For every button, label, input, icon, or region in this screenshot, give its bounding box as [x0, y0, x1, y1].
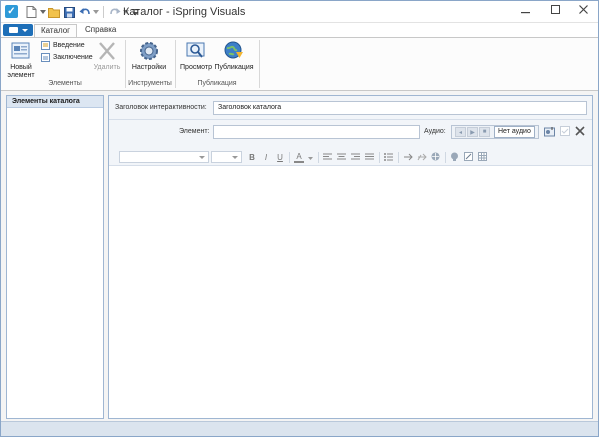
- interactivity-title-label: Заголовок интерактивности:: [115, 104, 207, 111]
- close-window-button[interactable]: [569, 1, 597, 21]
- separator: [398, 152, 399, 163]
- new-file-icon[interactable]: [25, 6, 38, 19]
- settings-label: Настройки: [131, 64, 167, 71]
- save-icon[interactable]: [63, 6, 76, 19]
- insert-image-icon[interactable]: [450, 152, 460, 163]
- play-icon[interactable]: ▶: [467, 127, 478, 137]
- rewind-icon[interactable]: ◂: [455, 127, 466, 137]
- publish-button[interactable]: Публикация: [214, 40, 254, 72]
- new-element-label: Новый элемент: [7, 64, 35, 79]
- title-bar: ✓ Каталог - iSpring Visuals: [1, 1, 598, 23]
- align-right-icon[interactable]: [351, 153, 361, 163]
- underline-icon[interactable]: U: [275, 153, 285, 162]
- intro-button[interactable]: Введение: [41, 41, 85, 50]
- insert-formula-icon[interactable]: [464, 152, 474, 163]
- tab-help[interactable]: Справка: [79, 24, 122, 37]
- separator: [445, 152, 446, 163]
- align-center-icon[interactable]: [337, 153, 347, 163]
- dropdown-arrow-icon[interactable]: [93, 6, 99, 19]
- quick-access-toolbar: [25, 4, 139, 20]
- redo-icon[interactable]: [108, 6, 121, 19]
- conclusion-label: Заключение: [53, 54, 93, 61]
- font-family-select[interactable]: [119, 151, 209, 163]
- delete-icon: [96, 40, 118, 62]
- content-editor-area[interactable]: [109, 166, 592, 418]
- group-label-tools: Инструменты: [128, 80, 172, 87]
- audio-controls: ◂ ▶ ■ Нет аудио: [451, 125, 539, 139]
- preview-label: Просмотр: [180, 64, 212, 71]
- new-element-button[interactable]: Новый элемент: [7, 40, 35, 80]
- dropdown-arrow-icon[interactable]: [40, 6, 46, 19]
- font-size-select[interactable]: [211, 151, 242, 163]
- checkbox-icon[interactable]: [560, 126, 570, 136]
- remove-link-icon[interactable]: [417, 153, 427, 163]
- align-left-icon[interactable]: [323, 153, 333, 163]
- status-bar: [1, 421, 598, 436]
- separator: [379, 152, 380, 163]
- editor-panel: Заголовок интерактивности: Заголовок кат…: [108, 95, 593, 419]
- separator: [103, 6, 104, 18]
- app-window: ✓ Каталог - iSpring Visuals Каталог Спра…: [0, 0, 599, 437]
- font-color-icon[interactable]: A: [294, 152, 304, 163]
- minimize-icon: [520, 5, 530, 17]
- settings-button[interactable]: Настройки: [129, 40, 169, 72]
- element-input[interactable]: [213, 125, 420, 139]
- gear-icon: [138, 40, 160, 62]
- interactivity-title-input[interactable]: Заголовок каталога: [213, 101, 587, 115]
- undo-icon[interactable]: [78, 6, 91, 19]
- catalog-elements-header: Элементы каталога: [7, 96, 103, 108]
- preview-button[interactable]: Просмотр: [178, 40, 214, 72]
- group-separator: [125, 40, 126, 88]
- italic-icon[interactable]: I: [261, 153, 271, 162]
- group-separator: [175, 40, 176, 88]
- title-row: Заголовок интерактивности: Заголовок кат…: [109, 96, 592, 120]
- separator: [318, 152, 319, 163]
- preview-icon: [185, 40, 207, 62]
- globe-publish-icon: [223, 40, 245, 62]
- maximize-button[interactable]: [541, 1, 569, 21]
- conclusion-button[interactable]: Заключение: [41, 53, 93, 62]
- separator: [289, 152, 290, 163]
- bold-icon[interactable]: B: [247, 153, 257, 162]
- align-justify-icon[interactable]: [365, 153, 375, 163]
- insert-table-icon[interactable]: [478, 152, 488, 163]
- intro-icon: [41, 41, 50, 50]
- insert-link-icon[interactable]: [403, 153, 413, 163]
- ribbon: Новый элемент Введение Заключение Удалит…: [1, 37, 598, 91]
- minimize-button[interactable]: [511, 1, 539, 21]
- group-separator: [259, 40, 260, 88]
- intro-label: Введение: [53, 42, 85, 49]
- delete-button[interactable]: Удалить: [93, 40, 121, 72]
- window-title: Каталог - iSpring Visuals: [123, 6, 246, 18]
- chevron-down-icon[interactable]: [308, 153, 314, 162]
- audio-label: Аудио:: [424, 128, 446, 135]
- publish-label: Публикация: [214, 64, 254, 71]
- group-label-publish: Публикация: [197, 80, 237, 87]
- tab-catalog[interactable]: Каталог: [34, 24, 78, 37]
- open-folder-icon[interactable]: [48, 6, 61, 19]
- close-icon: [578, 5, 588, 17]
- new-element-icon: [10, 40, 32, 62]
- app-icon[interactable]: ✓: [5, 5, 18, 18]
- ribbon-tabs: Каталог Справка: [1, 23, 598, 37]
- delete-label: Удалить: [93, 64, 121, 71]
- stop-icon[interactable]: ■: [479, 127, 490, 137]
- catalog-elements-panel: Элементы каталога: [6, 95, 104, 419]
- maximize-icon: [550, 5, 560, 17]
- record-audio-icon[interactable]: [544, 126, 555, 137]
- audio-status: Нет аудио: [494, 126, 535, 138]
- file-menu-button[interactable]: [3, 24, 33, 36]
- bullet-list-icon[interactable]: [384, 152, 394, 163]
- web-object-icon[interactable]: [431, 152, 441, 163]
- element-label: Элемент:: [179, 128, 210, 135]
- delete-element-icon[interactable]: [575, 126, 585, 136]
- group-label-elements: Элементы: [48, 80, 82, 87]
- conclusion-icon: [41, 53, 50, 62]
